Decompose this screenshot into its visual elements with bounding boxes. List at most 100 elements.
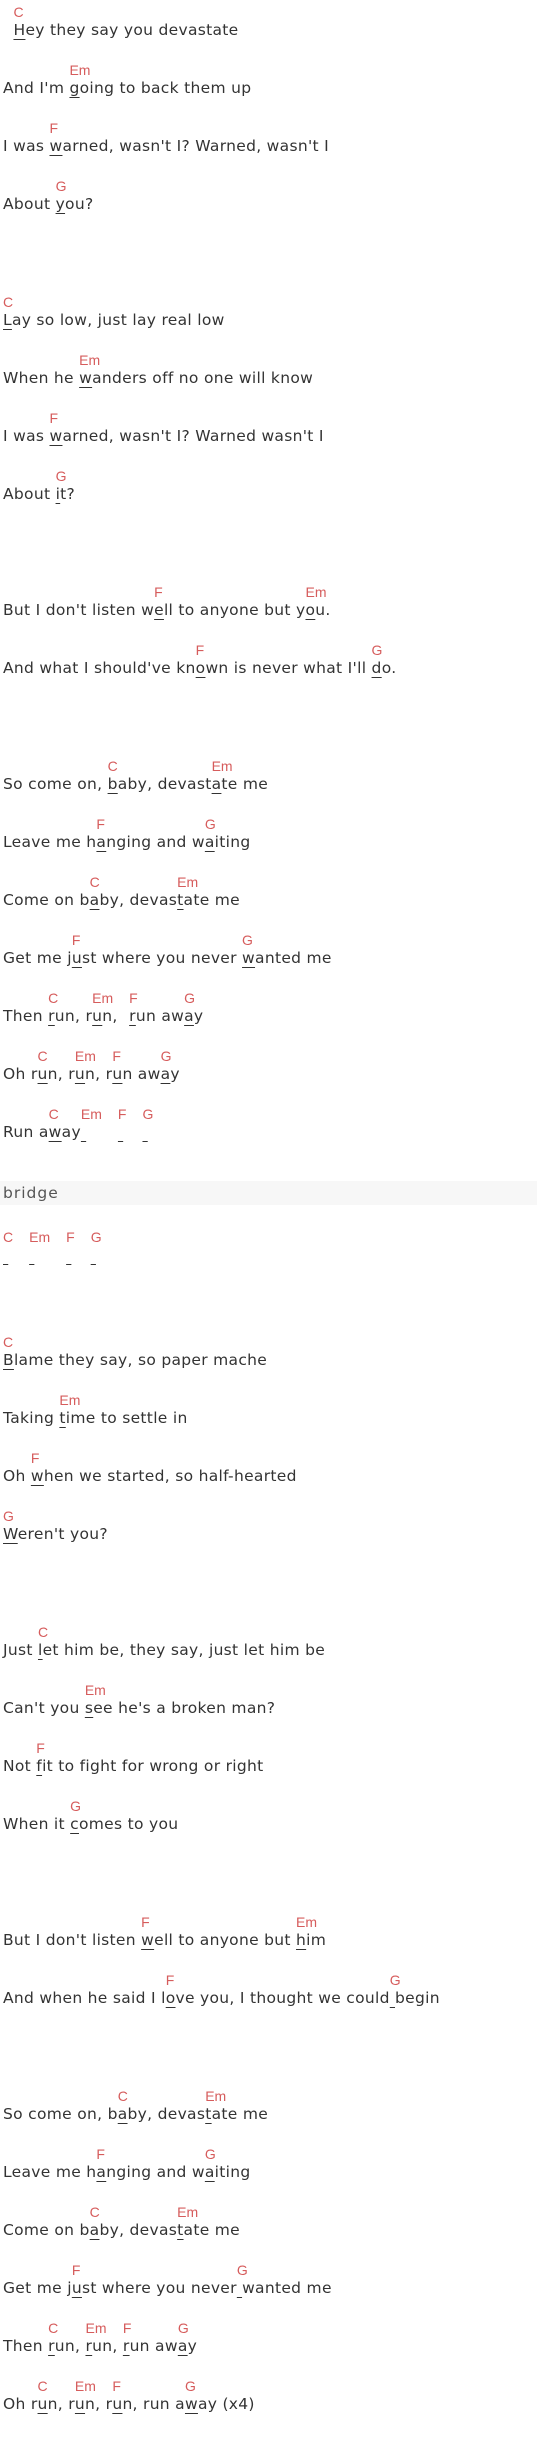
chord-anchor [3,1246,8,1264]
chord-segment: Gyou? [56,176,94,212]
lyric-line: I was Fwarned, wasn't I? Warned wasn't I [3,406,537,464]
lyric-line: C Em F G [3,1225,537,1283]
chord-label: F [112,1048,121,1064]
lyric-line: Then Crun, Em run, Frun aw Gay [3,2316,537,2374]
chord-anchor: w [30,1467,44,1485]
lyric-text: o. [381,659,397,677]
chord-segment: Cbaby, devast [108,756,212,792]
chord-segment: F [118,1104,143,1140]
lyric-text: nging and w [106,2163,205,2181]
lyric-text: ell to anyone but [154,1931,297,1949]
lyric-line-content: Come on b Caby, devas Em tate me [3,872,240,908]
chord-segment: Frun aw [129,988,184,1024]
lyric-text: Not [3,1757,37,1775]
lyric-text: When it [3,1815,71,1833]
lyric-line: Run a Cway Em F G [3,1102,537,1160]
lyric-line: And what I should've kn Fown is never wha… [3,638,537,696]
chord-segment: Gdo. [372,640,399,676]
lyric-text: him [296,1932,333,1948]
lyric-text: aiting [205,2164,251,2180]
lyric-text: About [3,485,56,503]
lyric-line-content: And I'm Em going to back them up [3,60,251,96]
chord-segment: Em [29,1227,66,1263]
song-section: So come on, Cbaby, devast Em ate me Leave m… [3,754,537,1160]
lyric-text [81,1124,118,1140]
chord-anchor: h [296,1931,307,1949]
chord-label: G [3,1508,14,1524]
chord-segment: Ffit to fight for wrong or right [36,1738,263,1774]
chord-label: F [154,584,163,600]
chord-segment: Fust where you never [72,2260,237,2296]
chord-segment: G begin [390,1970,440,2006]
chord-label: Em [92,990,114,1006]
chord-anchor: u [71,949,82,967]
chord-segment: Em him [296,1912,333,1948]
lyric-text: aby, devas [90,892,178,908]
lyric-text: un, r [38,1066,75,1082]
chord-segment: Clet him be, they say, just let him be [38,1622,325,1658]
chord-anchor: r [129,1007,136,1025]
chord-label: C [89,2204,100,2220]
chord-anchor: u [37,2395,48,2413]
chord-segment: Em run, [85,2318,122,2354]
lyric-line-content: Just Clet him be, they say, just let him… [3,1622,325,1658]
lyric-text: aby, devast [117,775,212,793]
lyric-line-content: Not Ffit to fight for wrong or right [3,1738,264,1774]
lyric-text: When he [3,369,80,387]
chord-label: C [48,990,59,1006]
chord-anchor: y [55,195,66,213]
chord-segment: Gay [184,988,211,1024]
lyric-text: About [3,195,56,213]
chord-anchor: H [13,21,26,39]
chord-segment: Em ou. [306,582,343,618]
chord-segment: Frun aw [123,2318,178,2354]
lyric-text: hen we started, so half-hearted [43,1467,297,1485]
lyric-line-content: C Blame they say, so paper mache [3,1332,267,1368]
chord-segment: Fwarned, wasn't I? Warned wasn't I [49,408,323,444]
lyric-line-content: Then Crun, Em run, Frun aw Gay [3,2318,205,2354]
lyric-text: anging and w [96,834,204,850]
lyric-line: I was Fwarned, wasn't I? Warned, wasn't … [3,116,537,174]
chord-anchor: w [141,1931,155,1949]
chord-segment: Em un, r [75,1046,112,1082]
chord-label: F [195,642,205,658]
chord-anchor: o [195,659,206,677]
chord-anchor: w [49,427,63,445]
lyric-text: un, r [75,1066,112,1082]
chord-label: C [89,874,100,890]
chord-anchor: u [92,1007,103,1025]
lyric-line-content: Oh r Cun, r Em un, r Fun aw Gay [3,1046,187,1082]
lyric-text: Lay so low, just lay real low [3,312,225,328]
chord-label: Em [211,758,233,774]
chord-segment: Em tate me [205,2086,268,2122]
lyric-text: aby, devas [90,2222,178,2238]
chord-segment: Cun, r [38,2376,75,2412]
lyric-line: Leave me h Fanging and w Gaiting [3,2142,537,2200]
lyric-text: n, r [85,1065,113,1083]
chord-anchor: a [204,833,215,851]
lyric-text: Then [3,1007,49,1025]
chord-anchor: u [74,2395,86,2413]
lyric-text: tate me [177,892,240,908]
lyric-text: own is never what I'll [196,660,372,676]
chord-anchor [81,1123,86,1141]
lyric-line-content: When it Gcomes to you [3,1796,178,1832]
lyric-text: Leave me h [3,833,97,851]
chord-label: F [71,932,81,948]
lyric-line: Oh r Cun, r Em un, r Fun aw Gay [3,1044,537,1102]
lyric-text: comes to you [70,1816,178,1832]
lyric-line: Come on b Caby, devas Em tate me [3,870,537,928]
lyric-text: aby, devas [118,2106,206,2122]
chord-anchor: u [112,2395,123,2413]
chord-segment: Em ate me [212,756,269,792]
chord-anchor: r [122,2337,130,2355]
lyric-text: And I'm [3,79,70,97]
lyric-text: ust where you never [72,950,242,966]
chord-anchor [66,1246,71,1264]
lyric-text: wanders off no one will know [79,370,313,386]
lyric-text: Then [3,2337,49,2355]
chord-anchor: a [204,2163,215,2181]
lyric-text: n, run a [122,2395,185,2413]
